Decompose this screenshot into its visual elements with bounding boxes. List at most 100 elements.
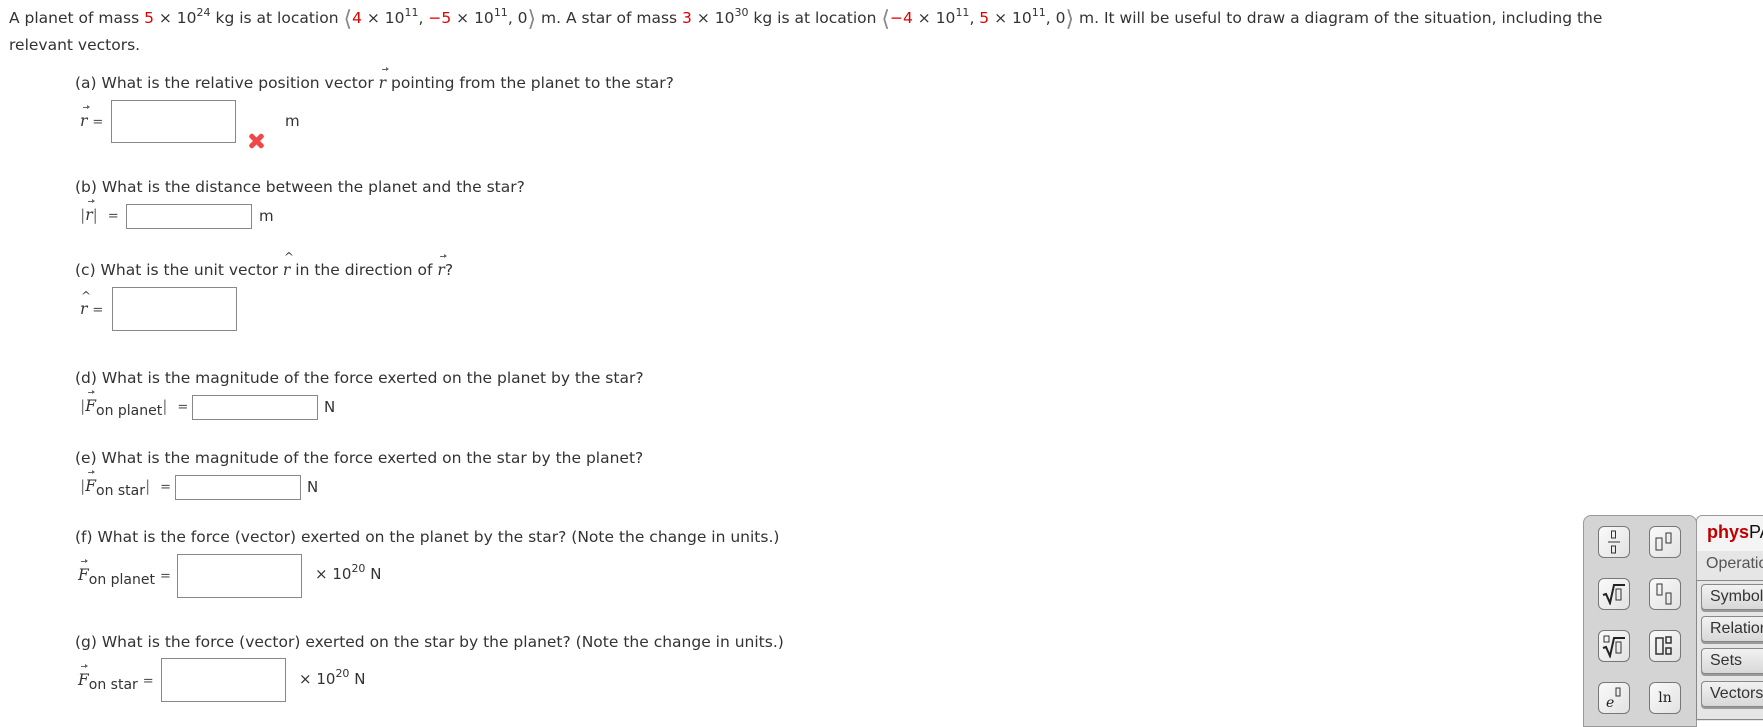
text: A planet of mass [9, 9, 145, 27]
answer-f-input[interactable] [177, 554, 302, 598]
nth-root-icon [1602, 635, 1625, 658]
equals-sign: = [160, 480, 172, 495]
vector-r-symbol: r [437, 254, 449, 279]
star-x-coefficient: −4 [890, 9, 913, 27]
vector-f-symbol: F [85, 390, 96, 415]
subscript-button[interactable] [1649, 578, 1681, 610]
question-text: (c) What is the unit vector [75, 261, 283, 279]
answer-b-input[interactable] [126, 204, 252, 229]
text: × 10 [691, 9, 735, 27]
equals-sign: = [159, 569, 171, 584]
vector-r-symbol: r [80, 105, 91, 130]
square-root-icon [1602, 584, 1625, 605]
star-y-coefficient: 5 [979, 9, 990, 27]
question-a: (a) What is the relative position vector… [75, 67, 674, 92]
equals-sign: = [142, 674, 154, 689]
equals-sign: = [92, 303, 104, 318]
vector-r-symbol: r [378, 67, 390, 92]
unit-label: × 1020 N [299, 667, 366, 688]
unit-text: × 10 [299, 670, 336, 688]
unit-label: m [259, 207, 274, 225]
text: × 10 [451, 9, 494, 27]
angle-bracket-open: ⟨ [881, 7, 890, 32]
answer-b-label: |r| = [80, 199, 119, 224]
unit-vector-r-symbol: r [283, 250, 295, 279]
abs-bar: | [92, 206, 98, 224]
vector-r-symbol: r [85, 199, 96, 224]
planet-mass-coefficient: 5 [144, 9, 154, 27]
equals-sign: = [107, 209, 119, 224]
exponent: 11 [1031, 6, 1046, 19]
unit-text: N [349, 670, 366, 688]
operations-label: Operations [1706, 555, 1763, 572]
svg-text:e: e [1606, 695, 1614, 710]
subscript-icon [1656, 583, 1672, 605]
vector-f-symbol: F [78, 559, 89, 584]
answer-c-input[interactable] [112, 287, 237, 331]
question-text: (a) What is the relative position vector [75, 74, 379, 92]
text: , [969, 9, 980, 27]
question-f: (f) What is the force (vector) exerted o… [75, 528, 780, 546]
exponent: 20 [351, 562, 366, 575]
category-sets-button[interactable]: Sets [1701, 648, 1763, 674]
unit-text: N [365, 565, 382, 583]
answer-f-label: Fon planet = [78, 559, 171, 588]
superscript-icon [1655, 532, 1672, 551]
exponent: 30 [734, 6, 749, 19]
question-c: (c) What is the unit vector r in the dir… [75, 250, 454, 279]
angle-bracket-open: ⟨ [343, 7, 353, 32]
subscript-label: on star [96, 483, 146, 499]
text: × 10 [153, 9, 197, 27]
answer-e-label: |Fon star| = [80, 470, 172, 499]
text: × 10 [361, 9, 405, 27]
equals-sign: = [92, 115, 104, 130]
exponent: 11 [404, 6, 419, 19]
text: × 10 [989, 9, 1032, 27]
unit-text: × 10 [315, 565, 352, 583]
fraction-icon [1608, 530, 1620, 554]
answer-d-label: |Fon planet| = [80, 390, 188, 419]
text: , 0 [1045, 9, 1066, 27]
exponent: 11 [493, 6, 508, 19]
unit-label: N [307, 478, 319, 496]
category-relations-button[interactable]: Relations [1701, 616, 1763, 642]
unit-label: × 1020 N [315, 562, 382, 583]
text: m. It will be useful to draw a diagram o… [1074, 9, 1603, 27]
text: , [418, 9, 429, 27]
text: × 10 [912, 9, 956, 27]
exponential-icon: e [1606, 687, 1621, 710]
vector-f-symbol: F [85, 470, 96, 495]
text: kg is at location [210, 9, 344, 27]
answer-a-label: r = [80, 105, 104, 130]
answer-e-input[interactable] [175, 475, 301, 500]
nth-root-button[interactable] [1598, 630, 1630, 662]
question-text: pointing from the planet to the star? [386, 74, 674, 92]
sub-superscript-icon [1655, 636, 1672, 655]
fraction-button[interactable] [1598, 526, 1630, 558]
superscript-button[interactable] [1649, 526, 1681, 558]
category-symbols-button[interactable]: Symbols [1701, 584, 1763, 610]
question-g: (g) What is the force (vector) exerted o… [75, 633, 784, 651]
question-b: (b) What is the distance between the pla… [75, 178, 525, 196]
planet-y-coefficient: −5 [428, 9, 452, 27]
text: kg is at location [748, 9, 882, 27]
exponent: 20 [335, 667, 350, 680]
category-vectors-button[interactable]: Vectors [1701, 681, 1763, 707]
answer-g-label: Fon star = [78, 664, 154, 693]
exponent: 24 [196, 6, 211, 19]
answer-d-input[interactable] [192, 395, 318, 420]
answer-g-input[interactable] [161, 658, 286, 702]
answer-a-input[interactable] [111, 100, 236, 143]
answer-c-label: r = [80, 289, 104, 318]
square-root-button[interactable] [1598, 578, 1630, 610]
natural-log-button[interactable]: ln [1649, 682, 1681, 714]
physpad-tab[interactable]: physPAD [1696, 515, 1763, 551]
subscript-label: on planet [96, 403, 163, 419]
question-text: ? [444, 261, 454, 279]
exponential-button[interactable]: e [1598, 682, 1630, 714]
sub-superscript-button[interactable] [1649, 630, 1681, 662]
physpad-brand-rest: PAD [1749, 522, 1763, 542]
subscript-label: on planet [88, 572, 155, 588]
abs-bar: | [145, 477, 151, 495]
unit-vector-r-symbol: r [80, 289, 92, 318]
